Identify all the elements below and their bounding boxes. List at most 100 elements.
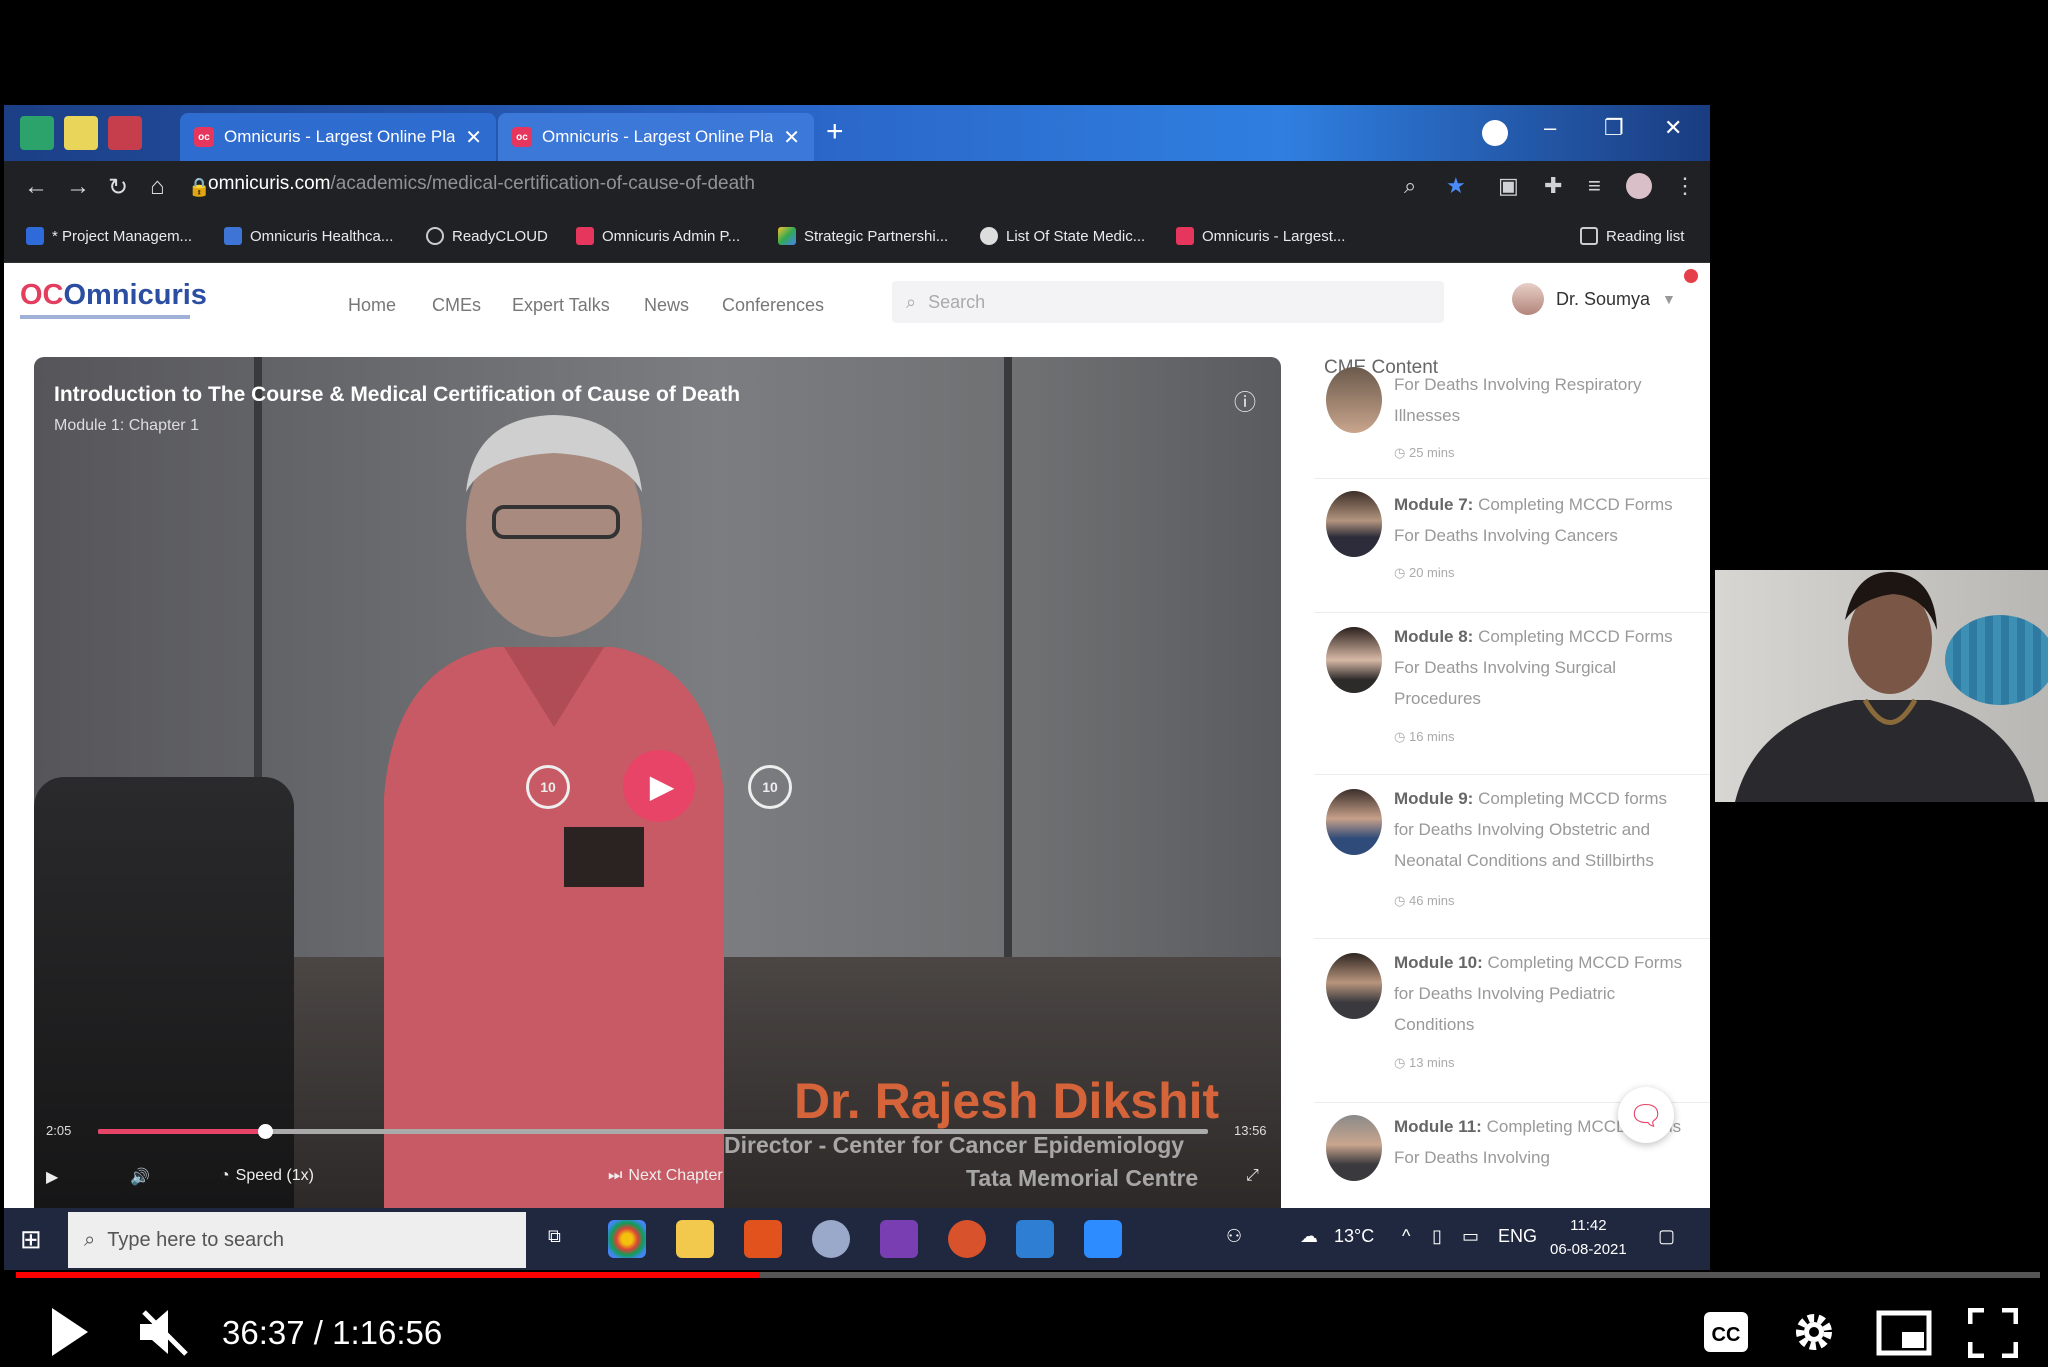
bookmark-item[interactable]: * Project Managem... — [26, 227, 192, 245]
tab-omnicuris-1[interactable]: oc Omnicuris - Largest Online Platf ✕ — [180, 113, 496, 161]
module-text: For Deaths Involving Respiratory Illness… — [1394, 369, 1684, 431]
profile-avatar-icon[interactable] — [1626, 173, 1652, 199]
avatar — [1326, 627, 1382, 693]
home-icon[interactable]: ⌂ — [150, 173, 165, 201]
taskbar-search-input[interactable]: ⌕ Type here to search — [68, 1212, 526, 1268]
miniplayer-icon[interactable] — [1876, 1310, 1932, 1356]
nav-conferences[interactable]: Conferences — [722, 295, 824, 316]
avatar — [1512, 283, 1544, 315]
fullscreen-icon[interactable]: ⤢ — [1246, 1167, 1259, 1185]
captions-icon[interactable]: CC — [1702, 1310, 1750, 1354]
notifications-icon[interactable]: ▢ — [1658, 1226, 1675, 1247]
new-tab-icon[interactable]: + — [826, 115, 844, 149]
bookmark-item[interactable]: List Of State Medic... — [980, 227, 1145, 245]
close-icon[interactable]: ✕ — [783, 125, 800, 150]
user-menu[interactable]: Dr. Soumya ▼ — [1512, 283, 1676, 315]
nav-cmes[interactable]: CMEs — [432, 295, 481, 316]
list-item[interactable]: Module 9: Completing MCCD forms for Deat… — [1314, 775, 1710, 939]
pinned-tab-app[interactable] — [108, 116, 142, 150]
video-progress-bar[interactable] — [98, 1124, 1208, 1139]
rewind-label: 10 — [540, 779, 556, 795]
url-field[interactable]: omnicuris.com/academics/medical-certific… — [208, 173, 755, 195]
info-icon[interactable]: ⓘ — [1234, 385, 1256, 417]
bookmark-item[interactable]: Omnicuris Healthca... — [224, 227, 393, 245]
close-icon[interactable]: ✕ — [465, 125, 482, 150]
office-app-icon[interactable] — [744, 1220, 782, 1258]
search-input[interactable]: ⌕ Search — [892, 281, 1444, 323]
minimize-icon[interactable]: – — [1544, 115, 1556, 141]
reload-icon[interactable]: ↻ — [108, 173, 128, 202]
mute-icon[interactable] — [138, 1306, 192, 1358]
powerpoint-app-icon[interactable] — [948, 1220, 986, 1258]
bookmark-item[interactable]: Omnicuris Admin P... — [576, 227, 740, 245]
volume-icon[interactable]: 🔊 — [130, 1167, 150, 1187]
avatar — [1326, 789, 1382, 855]
youtube-time-display: 36:37 / 1:16:56 — [222, 1314, 443, 1351]
chrome-app-icon[interactable] — [608, 1220, 646, 1258]
settings-gear-icon[interactable] — [1790, 1308, 1838, 1356]
app-icon[interactable] — [812, 1220, 850, 1258]
forward-icon[interactable]: → — [66, 173, 90, 201]
tab-omnicuris-2[interactable]: oc Omnicuris - Largest Online Platf ✕ — [498, 113, 814, 161]
youtube-progress-bar[interactable] — [16, 1272, 2040, 1278]
zoom-app-icon[interactable] — [1084, 1220, 1122, 1258]
reading-list-icon — [1580, 227, 1598, 245]
bookmark-icon — [1176, 227, 1194, 245]
rewind-10-icon[interactable]: 10 — [526, 765, 570, 809]
puzzle-icon[interactable]: ✚ — [1544, 173, 1562, 199]
zoom-icon[interactable]: ⌕ — [1404, 173, 1416, 199]
media-icon[interactable]: ≡ — [1588, 173, 1601, 199]
language-indicator[interactable]: ENG — [1498, 1226, 1537, 1247]
bookmark-item[interactable]: ReadyCLOUD — [426, 227, 548, 245]
bookmark-star-icon[interactable]: ★ — [1446, 173, 1466, 199]
chat-icon[interactable]: 🗨 — [1618, 1087, 1674, 1143]
restore-icon[interactable]: ❐ — [1604, 115, 1624, 141]
forward-10-icon[interactable]: 10 — [748, 765, 792, 809]
nav-home[interactable]: Home — [348, 295, 396, 316]
chevron-down-icon[interactable]: ▼ — [1662, 291, 1676, 307]
course-video-player[interactable]: Introduction to The Course & Medical Cer… — [34, 357, 1281, 1208]
pinned-tab-keep[interactable] — [64, 116, 98, 150]
user-name: Dr. Soumya — [1556, 288, 1651, 309]
speaker-org: Tata Memorial Centre — [966, 1165, 1199, 1191]
file-explorer-icon[interactable] — [676, 1220, 714, 1258]
bookmark-item[interactable]: Omnicuris - Largest... — [1176, 227, 1345, 245]
windows-start-icon[interactable]: ⊞ — [20, 1224, 42, 1255]
close-window-icon[interactable]: ✕ — [1664, 115, 1682, 141]
play-icon[interactable]: ▶ — [623, 750, 695, 822]
back-icon[interactable]: ← — [24, 173, 48, 201]
youtube-player[interactable]: oc Omnicuris - Largest Online Platf ✕ oc… — [0, 0, 2048, 1367]
people-icon[interactable]: ⚇ — [1226, 1226, 1242, 1247]
fullscreen-icon[interactable] — [1968, 1308, 2018, 1358]
module-title: For Deaths Involving Respiratory Illness… — [1394, 375, 1642, 425]
onenote-app-icon[interactable] — [880, 1220, 918, 1258]
play-button[interactable] — [48, 1306, 92, 1358]
omnicuris-logo[interactable]: OCOmnicuris — [20, 279, 207, 312]
next-chapter-button[interactable]: ⏭ Next Chapter — [608, 1167, 723, 1185]
chevron-up-icon[interactable]: ^ — [1402, 1226, 1410, 1247]
play-small-icon[interactable]: ▶ — [46, 1167, 58, 1187]
bookmark-item[interactable]: Strategic Partnershi... — [778, 227, 948, 245]
logo-text: Omnicuris — [63, 279, 207, 311]
video-scrubber[interactable] — [257, 1124, 273, 1139]
nav-news[interactable]: News — [644, 295, 689, 316]
list-item[interactable]: For Deaths Involving Respiratory Illness… — [1314, 357, 1710, 479]
task-view-icon[interactable]: ⧉ — [548, 1226, 561, 1247]
extension-icon[interactable]: ▣ — [1498, 173, 1519, 199]
menu-icon[interactable]: ⋮ — [1674, 173, 1696, 199]
media-app-icon[interactable] — [1016, 1220, 1054, 1258]
pinned-tab-sheets[interactable] — [20, 116, 54, 150]
reading-list-button[interactable]: Reading list — [1580, 227, 1684, 245]
network-icon[interactable]: ▭ — [1462, 1226, 1479, 1247]
list-item[interactable]: Module 10: Completing MCCD Forms for Dea… — [1314, 939, 1710, 1103]
speed-button[interactable]: ◔ Speed (1x) — [220, 1167, 314, 1185]
profile-icon[interactable] — [1482, 120, 1508, 146]
search-placeholder: Search — [928, 291, 986, 312]
clock-time: 11:42 — [1570, 1217, 1607, 1234]
bookmark-icon — [26, 227, 44, 245]
nav-expert-talks[interactable]: Expert Talks — [512, 295, 610, 316]
list-item[interactable]: Module 7: Completing MCCD Forms For Deat… — [1314, 481, 1710, 613]
taskbar-clock[interactable]: 11:42 06-08-2021 — [1550, 1214, 1627, 1262]
video-title: Introduction to The Course & Medical Cer… — [54, 383, 741, 406]
list-item[interactable]: Module 8: Completing MCCD Forms For Deat… — [1314, 613, 1710, 775]
